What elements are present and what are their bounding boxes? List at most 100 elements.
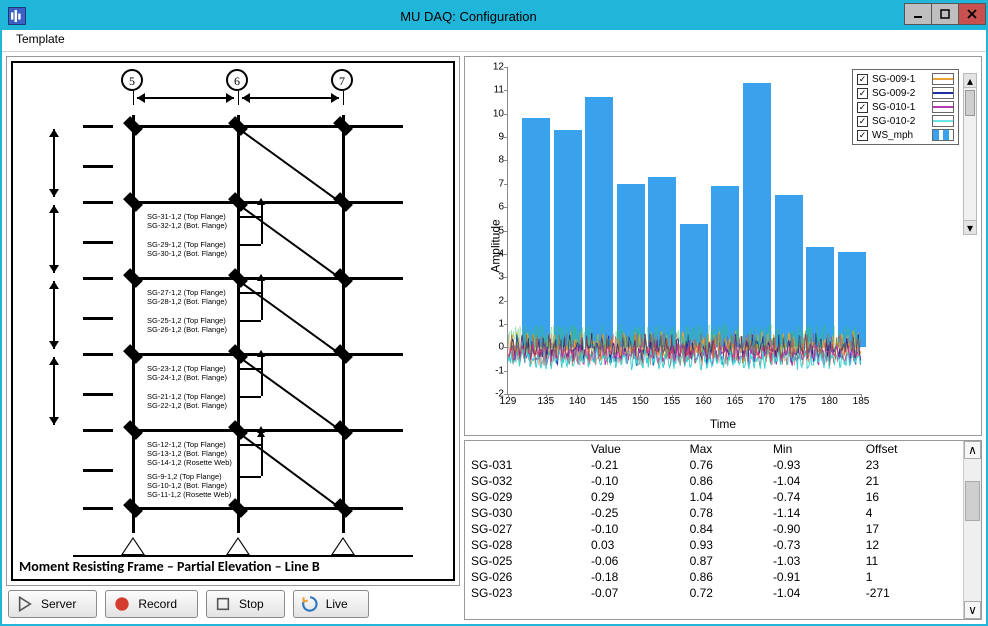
cell-value: 0.03 [585, 537, 684, 553]
cell-max: 0.86 [684, 473, 767, 489]
cell-offset: 11 [860, 553, 963, 569]
table-row[interactable]: SG-031-0.210.76-0.9323 [465, 457, 963, 473]
plot-area[interactable]: -2-1012345678910111212913514014515015516… [507, 67, 861, 395]
record-icon [114, 596, 130, 612]
sensor-label: SG-9-1,2 (Top Flange) [147, 473, 222, 481]
menu-template[interactable]: Template [10, 30, 71, 48]
app-icon [8, 7, 26, 25]
legend-swatch [932, 101, 954, 113]
minimize-button[interactable] [904, 3, 932, 25]
column-header[interactable] [465, 441, 585, 457]
stop-icon [215, 596, 231, 612]
cell-offset: 1 [860, 569, 963, 585]
sensor-label: SG-14-1,2 (Rosette Web) [147, 459, 232, 467]
sensor-label: SG-21-1,2 (Top Flange) [147, 393, 226, 401]
cell-offset: 17 [860, 521, 963, 537]
server-button[interactable]: Server [8, 590, 97, 618]
live-button[interactable]: Live [293, 590, 369, 618]
table-row[interactable]: SG-027-0.100.84-0.9017 [465, 521, 963, 537]
sensor-label: SG-13-1,2 (Bot. Flange) [147, 450, 227, 458]
cell-min: -0.91 [767, 569, 860, 585]
grid-bubble: 5 [121, 69, 143, 91]
column-header[interactable]: Value [585, 441, 684, 457]
sensor-label: SG-23-1,2 (Top Flange) [147, 365, 226, 373]
x-axis-label: Time [710, 417, 736, 431]
cell-value: -0.25 [585, 505, 684, 521]
legend-scrollbar[interactable]: ▴▾ [963, 73, 977, 235]
close-button[interactable] [958, 3, 986, 25]
cell-name: SG-028 [465, 537, 585, 553]
table-row[interactable]: SG-023-0.070.72-1.04-271 [465, 585, 963, 601]
cell-value: -0.21 [585, 457, 684, 473]
diagram-caption: Moment Resisting Frame – Partial Elevati… [13, 558, 453, 575]
cell-offset: 4 [860, 505, 963, 521]
table-scrollbar[interactable]: ∧ ∨ [963, 441, 981, 619]
sensor-label: SG-27-1,2 (Top Flange) [147, 289, 226, 297]
cell-min: -0.73 [767, 537, 860, 553]
cell-min: -1.14 [767, 505, 860, 521]
cell-value: -0.06 [585, 553, 684, 569]
column-header[interactable]: Max [684, 441, 767, 457]
scroll-up-icon[interactable]: ∧ [964, 441, 981, 459]
scroll-thumb[interactable] [965, 481, 980, 521]
cell-max: 0.93 [684, 537, 767, 553]
cell-name: SG-030 [465, 505, 585, 521]
sensor-label: SG-30-1,2 (Bot. Flange) [147, 250, 227, 258]
legend-label: WS_mph [872, 130, 928, 141]
column-header[interactable]: Min [767, 441, 860, 457]
legend-item[interactable]: ✓SG-009-1 [855, 72, 956, 86]
sensor-label: SG-22-1,2 (Bot. Flange) [147, 402, 227, 410]
table-row[interactable]: SG-030-0.250.78-1.144 [465, 505, 963, 521]
diagram-panel: 567SG-31-1,2 (Top Flange)SG-32-1,2 (Bot.… [6, 56, 460, 586]
cell-max: 0.78 [684, 505, 767, 521]
cell-max: 0.87 [684, 553, 767, 569]
cell-min: -0.74 [767, 489, 860, 505]
legend-item[interactable]: ✓ SG-010-1 [855, 100, 956, 114]
legend-item[interactable]: ✓SG-009-2 [855, 86, 956, 100]
scroll-down-icon[interactable]: ∨ [964, 601, 981, 619]
cell-name: SG-025 [465, 553, 585, 569]
legend-label: SG-010-1 [872, 102, 928, 113]
maximize-button[interactable] [931, 3, 959, 25]
legend-swatch [932, 87, 954, 99]
cell-max: 0.72 [684, 585, 767, 601]
grid-bubble: 6 [226, 69, 248, 91]
table-row[interactable]: SG-0290.291.04-0.7416 [465, 489, 963, 505]
legend-swatch [932, 129, 954, 141]
stop-button[interactable]: Stop [206, 590, 285, 618]
legend-label: SG-010-2 [872, 116, 928, 127]
client-area: 567SG-31-1,2 (Top Flange)SG-32-1,2 (Bot.… [2, 52, 986, 624]
cell-offset: 21 [860, 473, 963, 489]
sensor-label: SG-24-1,2 (Bot. Flange) [147, 374, 227, 382]
legend-item[interactable]: ✓ SG-010-2 [855, 114, 956, 128]
sensor-label: SG-25-1,2 (Top Flange) [147, 317, 226, 325]
sensor-label: SG-28-1,2 (Bot. Flange) [147, 298, 227, 306]
cell-min: -1.03 [767, 553, 860, 569]
chart-legend: ✓SG-009-1✓SG-009-2✓SG-010-1✓SG-010-2✓WS_… [852, 69, 959, 145]
sensor-label: SG-32-1,2 (Bot. Flange) [147, 222, 227, 230]
record-button[interactable]: Record [105, 590, 198, 618]
legend-checkbox[interactable]: ✓ [857, 102, 868, 113]
column-header[interactable]: Offset [860, 441, 963, 457]
sensor-label: SG-11-1,2 (Rosette Web) [147, 491, 231, 499]
titlebar: MU DAQ: Configuration [2, 2, 986, 30]
table-row[interactable]: SG-026-0.180.86-0.911 [465, 569, 963, 585]
legend-checkbox[interactable]: ✓ [857, 116, 868, 127]
cell-value: -0.18 [585, 569, 684, 585]
cell-name: SG-031 [465, 457, 585, 473]
cell-max: 0.76 [684, 457, 767, 473]
table-row[interactable]: SG-032-0.100.86-1.0421 [465, 473, 963, 489]
legend-checkbox[interactable]: ✓ [857, 74, 868, 85]
cell-value: -0.10 [585, 473, 684, 489]
window-title: MU DAQ: Configuration [32, 9, 905, 24]
legend-checkbox[interactable]: ✓ [857, 88, 868, 99]
table-row[interactable]: SG-025-0.060.87-1.0311 [465, 553, 963, 569]
sensor-label: SG-31-1,2 (Top Flange) [147, 213, 226, 221]
legend-checkbox[interactable]: ✓ [857, 130, 868, 141]
server-label: Server [41, 597, 76, 611]
legend-item[interactable]: ✓ WS_mph [855, 128, 956, 142]
play-icon [17, 596, 33, 612]
table-row[interactable]: SG-0280.030.93-0.7312 [465, 537, 963, 553]
sensor-label: SG-29-1,2 (Top Flange) [147, 241, 226, 249]
cell-offset: 23 [860, 457, 963, 473]
